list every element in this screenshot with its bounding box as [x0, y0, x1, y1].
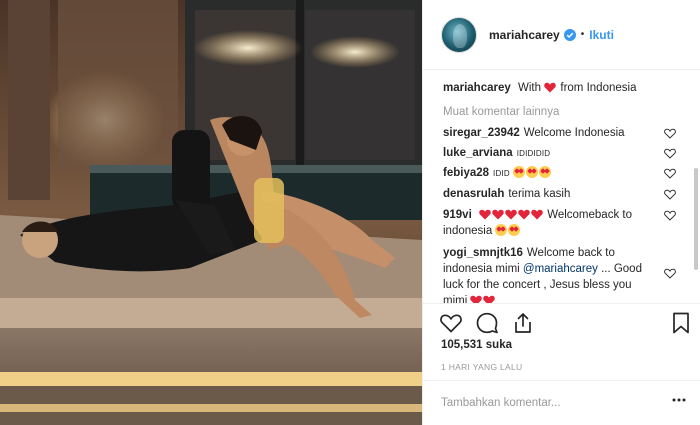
comment-text: indonesia mimi [443, 263, 520, 275]
comment-text: Welcome Indonesia [523, 127, 625, 139]
post-header: mariahcarey • Ikuti [423, 0, 700, 70]
header-separator: • [580, 29, 585, 40]
caption-username[interactable]: mariahcarey [443, 82, 511, 94]
red-heart-emoji-icon [531, 209, 543, 220]
post-timestamp[interactable]: 1 HARI YANG LALU [441, 362, 523, 372]
list-item: siregar_23942 Welcome Indonesia [443, 125, 675, 141]
list-item: luke_arviana IDIDIDID [443, 145, 675, 162]
comment-username[interactable]: luke_arviana [443, 147, 513, 159]
share-icon[interactable] [511, 311, 535, 335]
post-photo[interactable] [0, 0, 422, 425]
follow-button[interactable]: Ikuti [589, 28, 614, 42]
heart-icon[interactable] [439, 311, 463, 335]
comment-like-heart-icon[interactable] [664, 268, 676, 279]
comment-like-heart-icon[interactable] [664, 189, 676, 200]
list-item: denasrulah terima kasih [443, 186, 675, 202]
comment-text: Welcome back to [526, 247, 615, 259]
comments-list[interactable]: mariahcarey With from Indonesia Muat kom… [423, 70, 700, 303]
comment-username[interactable]: denasrulah [443, 188, 504, 200]
comment-text: luck for the concert , Jesus bless you [443, 279, 632, 291]
heart-eyes-emoji-icon [539, 166, 552, 178]
add-comment-input[interactable] [441, 397, 661, 409]
comment-text: mimi [443, 295, 468, 303]
comment-icon[interactable] [475, 311, 499, 335]
list-item: yogi_smnjtk16 Welcome back to indonesia m… [443, 245, 675, 303]
instagram-post: mariahcarey • Ikuti mariahcarey With fro… [0, 0, 700, 425]
red-heart-emoji-icon [492, 209, 504, 220]
heart-eyes-emoji-icon [508, 224, 521, 236]
header-username[interactable]: mariahcarey [489, 28, 560, 42]
comment-username[interactable]: yogi_smnjtk16 [443, 247, 523, 259]
heart-eyes-emoji-icon [513, 166, 526, 178]
red-heart-emoji-icon [518, 209, 530, 220]
photo-illustration [0, 0, 422, 425]
comment-username[interactable]: 919vi [443, 209, 472, 221]
comment-username[interactable]: febiya28 [443, 167, 489, 179]
comment-text: IDIDIDID [516, 149, 551, 158]
add-comment-bar [423, 380, 700, 425]
heart-eyes-emoji-icon [526, 166, 539, 178]
avatar[interactable] [441, 16, 477, 53]
likes-number: 105,531 [441, 339, 483, 351]
comments-scrollbar[interactable] [694, 168, 698, 270]
comment-like-heart-icon[interactable] [664, 128, 676, 139]
comment-like-heart-icon[interactable] [664, 210, 676, 221]
heart-eyes-emoji-icon [495, 224, 508, 236]
comment-text: IDID [493, 169, 510, 178]
caption-text-suffix: from Indonesia [560, 82, 637, 94]
bookmark-icon[interactable] [669, 311, 693, 335]
red-heart-emoji-icon [505, 209, 517, 220]
likes-count[interactable]: 105,531 suka [441, 339, 512, 351]
red-heart-emoji-icon [470, 295, 483, 303]
comment-like-heart-icon[interactable] [664, 148, 676, 159]
list-item: febiya28 IDID [443, 165, 675, 182]
list-item: 919vi Welcomeback to indonesia [443, 207, 675, 239]
caption: mariahcarey With from Indonesia [443, 80, 675, 96]
red-heart-emoji-icon [479, 209, 491, 220]
more-dots-icon[interactable] [672, 398, 686, 402]
likes-word: suka [485, 339, 512, 351]
verified-icon [563, 28, 576, 41]
comment-text: ... Good [601, 263, 642, 275]
comment-text-line2: indonesia [443, 225, 493, 237]
red-heart-emoji-icon [544, 82, 556, 93]
caption-text-prefix: With [517, 82, 541, 94]
red-heart-emoji-icon [483, 295, 496, 303]
mention-link[interactable]: @mariahcarey [523, 263, 598, 275]
comment-username[interactable]: siregar_23942 [443, 127, 520, 139]
comment-like-heart-icon[interactable] [664, 168, 676, 179]
comment-text: Welcomeback to [547, 209, 632, 221]
load-more-comments[interactable]: Muat komentar lainnya [443, 106, 559, 118]
action-bar [423, 303, 700, 341]
post-side-panel: mariahcarey • Ikuti mariahcarey With fro… [422, 0, 700, 425]
comment-text: terima kasih [508, 188, 571, 200]
